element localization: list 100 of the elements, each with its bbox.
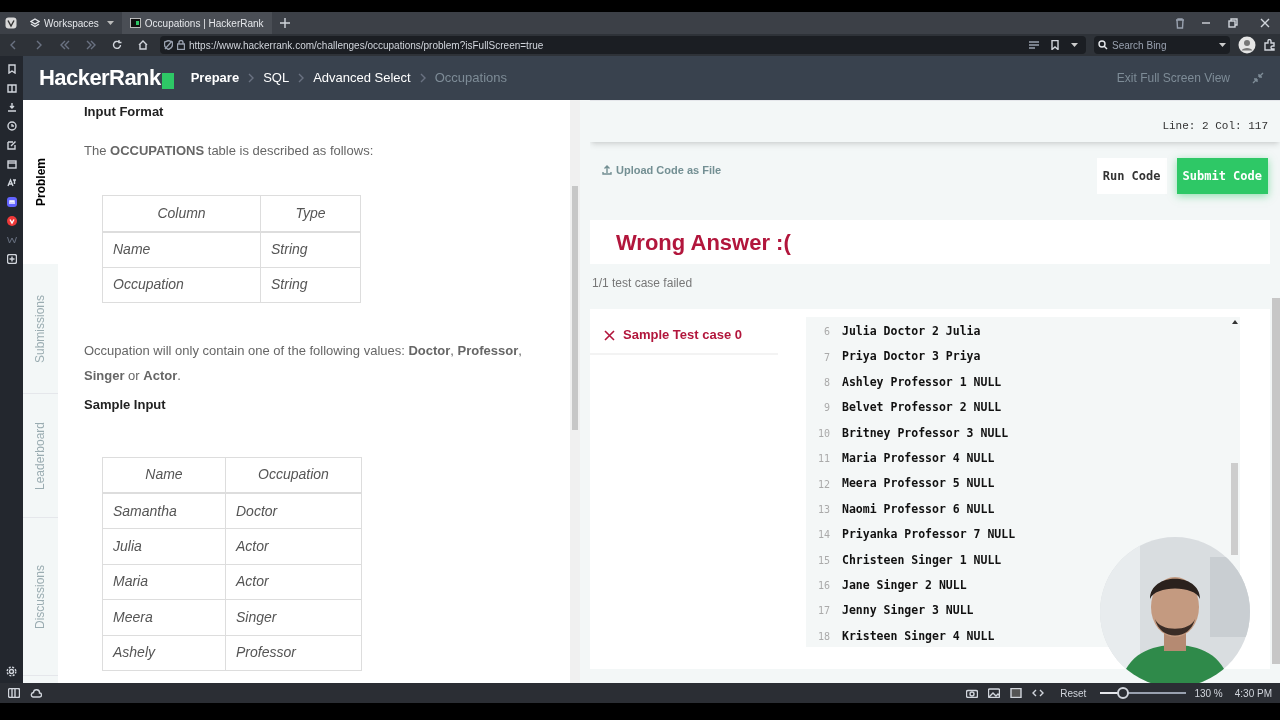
caret-down-icon[interactable] — [1071, 42, 1078, 48]
book-icon[interactable] — [6, 83, 17, 93]
address-field[interactable]: https://www.hackerrank.com/challenges/occupations/problem?isFullScreen=true — [160, 36, 1086, 54]
cursor-position-text: Line: 2 Col: 117 — [1162, 118, 1268, 134]
bookmark-icon[interactable] — [6, 64, 17, 74]
line-number: 14 — [816, 528, 830, 543]
result-summary: 1/1 test case failed — [592, 275, 694, 292]
output-line: Julia Doctor 2 Julia — [842, 323, 981, 341]
output-line: Priya Doctor 3 Priya — [842, 348, 981, 366]
settings-icon[interactable] — [6, 666, 17, 677]
browser-logo-icon[interactable] — [5, 17, 17, 29]
table-cell: Meera — [102, 599, 226, 635]
line-number: 16 — [816, 579, 830, 594]
output-line: Priyanka Professor 7 NULL — [842, 526, 1016, 544]
forward-icon[interactable] — [34, 40, 44, 50]
rewind-icon[interactable] — [60, 40, 70, 50]
restore-icon[interactable] — [1228, 18, 1238, 28]
caret-down-icon — [106, 20, 114, 26]
clock-icon[interactable] — [6, 121, 17, 131]
section-heading: Input Format — [84, 103, 165, 121]
close-icon[interactable] — [1260, 18, 1270, 28]
site-favicon-icon — [129, 18, 141, 28]
home-icon[interactable] — [138, 40, 148, 50]
profile-avatar-icon[interactable] — [1238, 36, 1256, 54]
breadcrumb-link[interactable]: Advanced Select — [313, 68, 411, 88]
code-icon[interactable] — [1032, 688, 1045, 698]
code-button[interactable]: Run Code — [1096, 158, 1167, 194]
new-tab-icon[interactable] — [279, 18, 290, 28]
line-number: 11 — [816, 452, 830, 467]
line-number: 6 — [822, 325, 830, 340]
wiki-app-icon[interactable] — [6, 235, 17, 245]
table-header: Name — [102, 457, 226, 493]
trash-icon[interactable] — [1175, 17, 1185, 29]
shield-icon[interactable] — [164, 40, 173, 50]
browser-tab[interactable]: Occupations | HackerRank — [121, 12, 272, 34]
chevron-right-icon — [248, 73, 255, 83]
clock-text: 4:30 PM — [1234, 686, 1272, 701]
calendar-icon[interactable] — [6, 159, 17, 169]
output-line: Meera Professor 5 NULL — [842, 475, 995, 493]
caret-down-icon[interactable] — [1219, 43, 1226, 48]
back-icon[interactable] — [8, 40, 18, 50]
test-case-tab[interactable]: Sample Test case 0 — [590, 317, 778, 355]
camera-icon[interactable] — [966, 688, 979, 698]
scrollbar-thumb[interactable] — [1231, 463, 1238, 555]
output-line: Kristeen Singer 4 NULL — [842, 627, 995, 645]
bookmark-icon[interactable] — [1051, 40, 1059, 50]
section-heading: Sample Input — [84, 396, 167, 414]
line-number: 18 — [816, 629, 830, 644]
image-icon[interactable] — [988, 688, 1001, 698]
layers-icon — [30, 18, 40, 28]
reload-icon[interactable] — [112, 40, 122, 50]
table-header: Type — [260, 195, 361, 232]
table-cell: Singer — [225, 599, 362, 635]
search-field[interactable]: Search Bing — [1094, 36, 1230, 54]
table-cell: String — [260, 231, 361, 267]
line-number: 9 — [822, 401, 830, 416]
output-line: Ashley Professor 1 NULL — [842, 373, 1002, 391]
table-cell: Actor — [225, 528, 362, 564]
output-line: Maria Professor 4 NULL — [842, 450, 995, 467]
table-cell: Name — [102, 231, 261, 267]
table-cell: Actor — [225, 564, 362, 600]
translate-icon[interactable] — [6, 178, 17, 188]
reset-button[interactable]: Reset — [1060, 685, 1087, 701]
table-cell: Julia — [102, 528, 226, 564]
zoom-slider-thumb[interactable] — [1116, 687, 1129, 699]
side-tab[interactable]: Problem — [31, 158, 50, 206]
panel-toggle-icon[interactable] — [8, 688, 20, 698]
search-icon — [1098, 40, 1108, 50]
scrollbar-thumb[interactable] — [1272, 298, 1280, 664]
reader-icon[interactable] — [1029, 41, 1039, 49]
collapse-icon[interactable] — [1252, 72, 1264, 84]
cloud-icon[interactable] — [30, 688, 42, 698]
upload-icon — [602, 165, 612, 176]
table-cell: Professor — [225, 635, 362, 671]
chat-app-icon[interactable] — [6, 197, 17, 207]
scrollbar-thumb[interactable] — [572, 186, 578, 430]
logo-wordmark: HackerRank — [39, 67, 161, 89]
add-panel-icon[interactable] — [6, 254, 17, 264]
output-line: Naomi Professor 6 NULL — [842, 500, 995, 518]
puzzle-icon[interactable] — [1264, 39, 1276, 51]
line-number: 10 — [816, 426, 830, 441]
table-cell: Maria — [102, 564, 226, 600]
zoom-level-text: 130 % — [1194, 686, 1223, 701]
fast-forward-icon[interactable] — [86, 40, 96, 50]
download-icon[interactable] — [6, 102, 17, 112]
breadcrumb-link[interactable]: Prepare — [190, 68, 240, 88]
table-header: Column — [102, 195, 261, 232]
output-line: Jane Singer 2 NULL — [842, 576, 967, 594]
tile-icon[interactable] — [1010, 688, 1023, 698]
scroll-up-icon[interactable] — [1232, 320, 1238, 324]
result-title: Wrong Answer :( — [616, 228, 791, 257]
table-cell: Doctor — [225, 493, 362, 529]
output-line: Christeen Singer 1 NULL — [842, 551, 1002, 569]
note-icon[interactable] — [6, 140, 17, 150]
table-header: Occupation — [225, 457, 362, 493]
line-number: 8 — [822, 375, 830, 390]
table-cell: Ashely — [102, 635, 226, 671]
lock-icon[interactable] — [177, 40, 185, 50]
breadcrumb-link[interactable]: SQL — [263, 68, 290, 88]
browser-tab[interactable]: Workspaces — [22, 12, 122, 34]
